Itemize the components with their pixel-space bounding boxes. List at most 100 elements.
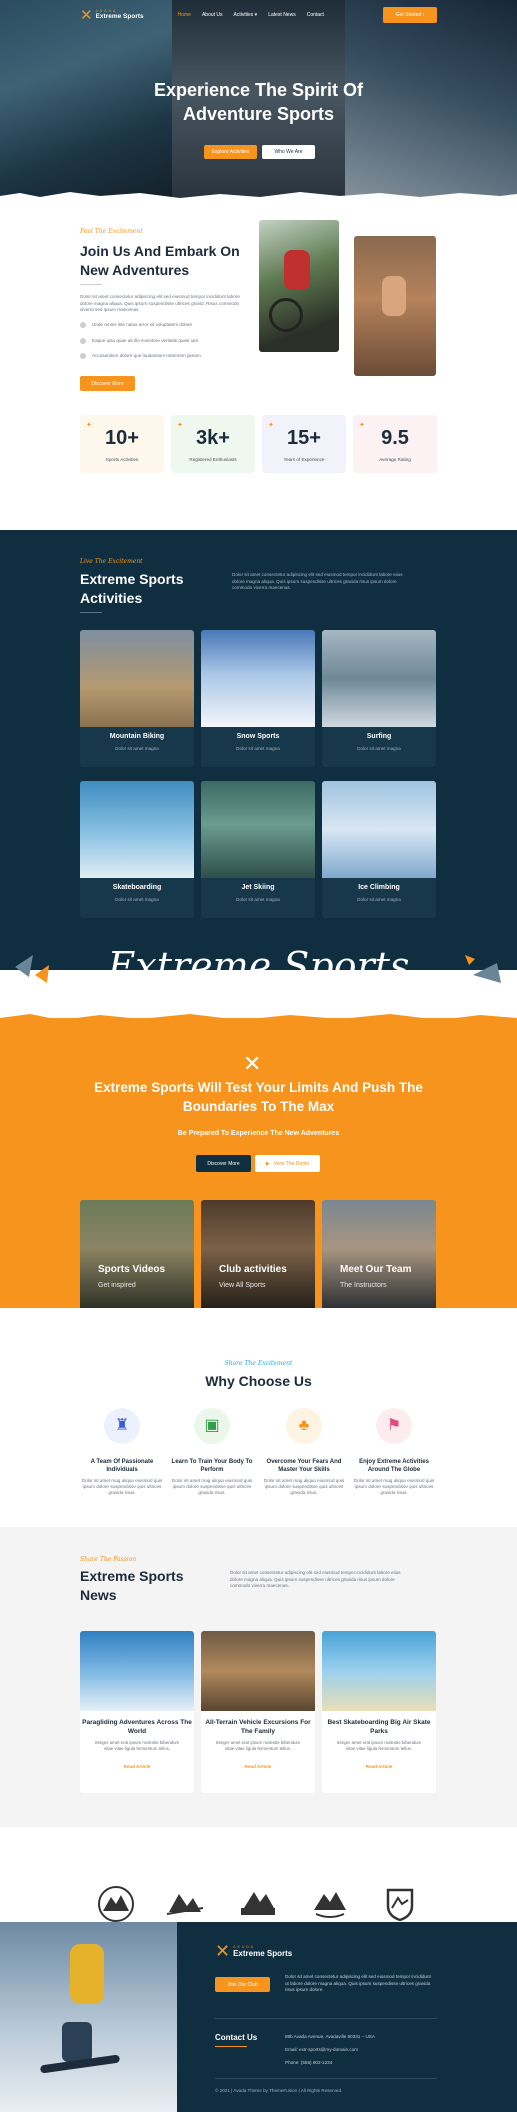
torn-edge: [0, 192, 517, 200]
logo-x-icon[interactable]: ✕: [80, 7, 93, 23]
why-item: ▣ Learn To Train Your Body To Perform Dolo…: [170, 1408, 254, 1496]
stat-card: 9.5 Average Rating ✦: [353, 415, 437, 473]
main-menu: Home About Us Activities ▾ Latest News C…: [178, 12, 324, 18]
spark-icon: ✦: [359, 422, 365, 429]
logo-x-icon: ✕: [243, 1052, 262, 1077]
spark-icon: ✦: [268, 422, 274, 429]
nav-home[interactable]: Home: [178, 12, 191, 18]
bullet-icon: [80, 337, 86, 344]
why-item: ♜ A Team Of Passionate Individuals Dolor s…: [80, 1408, 164, 1496]
explore-activities-button[interactable]: Explore Activities: [204, 145, 257, 159]
footer-logo[interactable]: ✕ ASADA Extreme Sports: [215, 1943, 292, 1961]
spark-icon: ✦: [177, 422, 183, 429]
discover-more-button[interactable]: Discover More: [196, 1155, 251, 1172]
news-title: Extreme Sports News: [80, 1568, 184, 1603]
read-article-link[interactable]: Read Article: [201, 1764, 315, 1769]
ice-climbing-photo: [322, 781, 436, 878]
mountain-script-logo[interactable]: [310, 1884, 350, 1924]
stat-card: 10+ Sports Activities ✦: [80, 415, 164, 473]
divider: [80, 612, 102, 613]
join-club-button[interactable]: Join Our Club: [215, 1977, 270, 1992]
script-banner: Extreme Sports: [107, 944, 410, 988]
logo[interactable]: ASADA Extreme Sports: [96, 9, 144, 20]
read-article-link[interactable]: Read Article: [322, 1764, 436, 1769]
divider: [215, 2046, 247, 2047]
promo-card[interactable]: Club activities View All Sports: [201, 1200, 315, 1308]
shield-badge-logo[interactable]: [380, 1884, 420, 1924]
footer-text: Dolor sit amet consectetur adipiscing el…: [285, 1974, 431, 1992]
news-card[interactable]: Best Skateboarding Big Air Skate Parks In…: [322, 1631, 436, 1793]
activity-card[interactable]: Surfing Dolor sit amet magna: [322, 630, 436, 767]
activity-card[interactable]: Jet Skiing Dolor sit amet magna: [201, 781, 315, 918]
discover-more-button[interactable]: Discover More: [80, 376, 135, 391]
spark-icon: ✦: [86, 422, 92, 429]
climber-photo: [354, 236, 436, 376]
training-icon: ▣: [194, 1408, 230, 1444]
promo-card[interactable]: Meet Our Team The Instructors: [322, 1200, 436, 1308]
skateboarding-photo: [80, 781, 194, 878]
triangle-shapes: [465, 955, 501, 983]
snowboarder-photo: [0, 1922, 177, 2112]
nav-about[interactable]: About Us: [202, 12, 223, 18]
stat-card: 3k+ Registered Enthusiasts ✦: [171, 415, 255, 473]
why-title: Why Choose Us: [205, 1373, 312, 1389]
copyright: © 2021 | Avada Theme by ThemeFusion | Al…: [215, 2088, 343, 2093]
about-bullets: Unde omnis iste natus error sit voluptat…: [80, 322, 250, 360]
snow-sports-photo: [201, 630, 315, 727]
activity-card[interactable]: Ice Climbing Dolor sit amet magna: [322, 781, 436, 918]
triangle-shapes: [15, 955, 49, 983]
paragliding-photo: [80, 1631, 194, 1711]
list-item: Eaque ipsa quae ab illo inventore verita…: [80, 338, 250, 345]
activity-card[interactable]: Snow Sports Dolor sit amet magna: [201, 630, 315, 767]
promo-title: Extreme Sports Will Test Your Limits And…: [94, 1080, 423, 1114]
get-started-button[interactable]: Get Started ›: [383, 7, 437, 23]
mountain-biker-photo: [259, 220, 339, 352]
hero-section: ✕ ASADA Extreme Sports Home About Us Act…: [0, 0, 517, 200]
promo-subtitle: Be Prepared To Experience The New Advent…: [177, 1130, 340, 1137]
mountain-biking-photo: [80, 630, 194, 727]
contact-title: Contact Us: [215, 2033, 258, 2042]
skier-badge-logo[interactable]: [165, 1884, 205, 1924]
activities-text: Dolor sit amet consectetur adipiscing el…: [232, 572, 403, 590]
news-text: Dolor sit amet consectetur adipiscing el…: [230, 1570, 401, 1588]
mountain-ribbon-logo[interactable]: [238, 1884, 278, 1924]
view-demo-button[interactable]: ▶ View The Demo: [255, 1155, 320, 1172]
nav-contact[interactable]: Contact: [307, 12, 324, 18]
phone[interactable]: Phone: (555) 802-1234: [285, 2060, 332, 2065]
about-eyebrow: Feel The Excitement: [80, 228, 143, 235]
why-eyebrow: Share The Excitement: [224, 1360, 293, 1367]
hero-title: Experience The Spirit Of Adventure Sport…: [153, 80, 364, 124]
divider: [215, 2078, 437, 2079]
address: 89b Avada Avenue, Avadaville 90331 – USA: [285, 2034, 375, 2039]
divider: [80, 284, 102, 285]
team-icon: ♜: [104, 1408, 140, 1444]
divider: [215, 2018, 437, 2019]
atv-photo: [201, 1631, 315, 1711]
list-item: Accusantium dolore que laudantium totamr…: [80, 353, 250, 360]
news-eyebrow: Share The Passion: [80, 1556, 137, 1563]
top-nav: ✕ ASADA Extreme Sports Home About Us Act…: [80, 7, 437, 23]
promo-card[interactable]: Sports Videos Get inspired: [80, 1200, 194, 1308]
skateboarding-photo: [322, 1631, 436, 1711]
mountain-badge-logo[interactable]: [96, 1884, 136, 1924]
activity-card[interactable]: Skateboarding Dolor sit amet magna: [80, 781, 194, 918]
read-article-link[interactable]: Read Article: [80, 1764, 194, 1769]
parachute-icon: ♣: [286, 1408, 322, 1444]
surfing-photo: [322, 630, 436, 727]
email[interactable]: Email: extr-sports@my-domain.com: [285, 2047, 358, 2052]
flag-icon: ⚑: [376, 1408, 412, 1444]
why-item: ⚑ Enjoy Extreme Activities Around The Glo…: [352, 1408, 436, 1496]
logo-x-icon: ✕: [215, 1941, 231, 1962]
news-card[interactable]: All-Terrain Vehicle Excursions For The F…: [201, 1631, 315, 1793]
nav-activities[interactable]: Activities ▾: [234, 12, 258, 18]
torn-edge: [0, 1014, 517, 1024]
news-card[interactable]: Paragliding Adventures Across The World I…: [80, 1631, 194, 1793]
bullet-icon: [80, 353, 86, 360]
play-icon: ▶: [265, 1160, 270, 1167]
jet-skiing-photo: [201, 781, 315, 878]
activity-card[interactable]: Mountain Biking Dolor sit amet magna: [80, 630, 194, 767]
nav-news[interactable]: Latest News: [268, 12, 296, 18]
why-item: ♣ Overcome Your Fears And Master Your Ski…: [262, 1408, 346, 1496]
who-we-are-button[interactable]: Who We Are: [262, 145, 315, 159]
activities-eyebrow: Live The Excitement: [80, 558, 143, 565]
